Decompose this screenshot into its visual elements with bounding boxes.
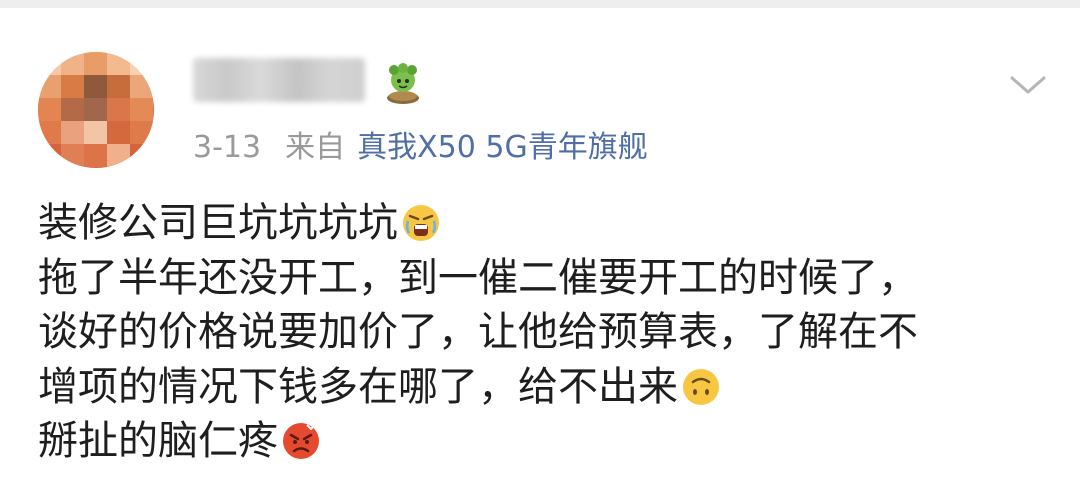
content-text: 掰扯的脑仁疼 xyxy=(38,418,278,464)
post-meta: 3-13 来自 真我X50 5G青年旗舰 xyxy=(193,128,648,168)
upside-down-face-emoji-icon xyxy=(680,366,722,408)
content-line: 装修公司巨坑坑坑坑 xyxy=(38,196,1048,251)
content-line: 谈好的价格说要加价了，让他给预算表，了解在不 xyxy=(38,305,1048,360)
top-divider xyxy=(0,0,1080,8)
user-avatar[interactable] xyxy=(38,52,154,168)
username-blurred[interactable] xyxy=(193,52,383,108)
post-date: 3-13 xyxy=(193,130,262,165)
content-text: 装修公司巨坑坑坑坑 xyxy=(38,200,398,246)
content-line: 增项的情况下钱多在哪了，给不出来 xyxy=(38,360,1048,415)
content-line: 拖了半年还没开工，到一催二催要开工的时候了， xyxy=(38,251,1048,306)
source-label: 来自 xyxy=(285,130,346,165)
content-line: 掰扯的脑仁疼 xyxy=(38,414,1048,469)
weibo-post: 3-13 来自 真我X50 5G青年旗舰 装修公司巨坑坑坑坑 拖了半年还没开工，… xyxy=(0,8,1080,497)
blurred-name-block xyxy=(193,58,365,102)
device-link[interactable]: 真我X50 5G青年旗舰 xyxy=(357,128,648,168)
crying-shouting-emoji-icon xyxy=(400,202,442,244)
post-content: 装修公司巨坑坑坑坑 拖了半年还没开工，到一催二催要开工的时候了， 谈好的价格说要… xyxy=(38,196,1048,469)
angry-face-emoji-icon xyxy=(280,420,322,462)
chevron-down-icon[interactable] xyxy=(1006,70,1050,100)
content-text: 谈好的价格说要加价了，让他给预算表，了解在不 xyxy=(38,309,918,355)
green-cartoon-badge-icon[interactable] xyxy=(380,60,426,106)
content-text: 拖了半年还没开工，到一催二催要开工的时候了， xyxy=(38,254,918,301)
content-text: 增项的情况下钱多在哪了，给不出来 xyxy=(38,363,678,410)
